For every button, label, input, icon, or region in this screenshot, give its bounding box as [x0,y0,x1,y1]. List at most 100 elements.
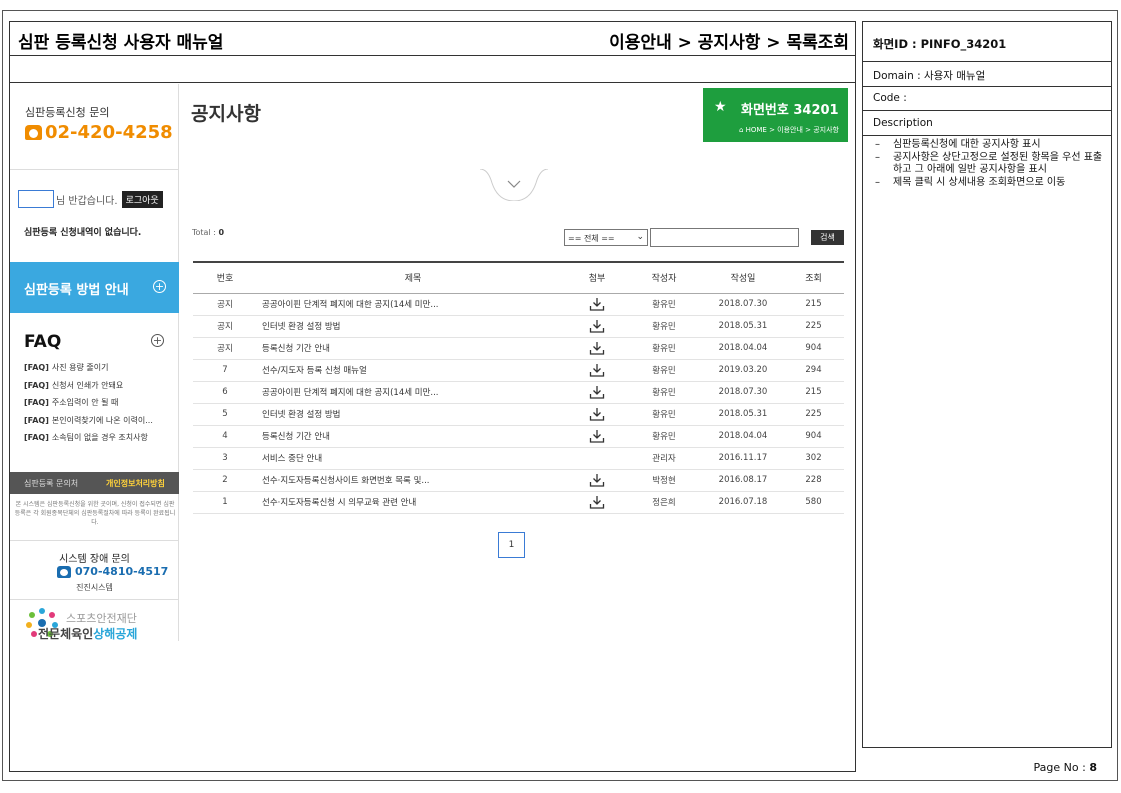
row-date: 2019.03.20 [703,359,783,382]
table-row[interactable]: 공지 등록신청 기간 안내 황유민 2018.04.04 904 [193,337,844,360]
user-name-box [18,190,54,208]
table-row[interactable]: 6 공공아이핀 단계적 폐지에 대한 공지(14세 미만... 황유민 2018.07… [193,381,844,404]
row-title-link[interactable]: 공공아이핀 단계적 폐지에 대한 공지(14세 미만... [257,381,569,404]
row-author: 정은희 [625,491,703,514]
spec-description-item: 심판등록신청에 대한 공지사항 표시 [873,139,1105,151]
table-row[interactable]: 5 인터넷 환경 설정 방법 황유민 2018.05.31 225 [193,403,844,426]
row-views: 225 [783,315,844,338]
privacy-link[interactable]: 개인정보처리방침 [92,472,179,494]
notice-table: 번호 제목 첨부 작성자 작성일 조회 공지 공공아이핀 단계적 폐지에 대한 공지(14세… [193,261,844,514]
logo-bottom-a: 전문체육인 [38,627,94,641]
document-frame: 심판 등록신청 사용자 매뉴얼 이용안내 > 공지사항 > 목록조회 심판등록신… [9,21,856,772]
row-number: 5 [193,403,257,426]
download-icon[interactable] [589,363,605,377]
search-input[interactable] [650,228,799,247]
doc-breadcrumb: 이용안내 > 공지사항 > 목록조회 [609,33,849,53]
no-request-text: 심판등록 신청내역이 없습니다. [24,228,142,238]
row-attachment [569,359,625,382]
page-no-value: 8 [1089,761,1097,774]
column-header: 조회 [805,274,822,285]
sidebar-footer-bar: 심판등록 문의처 개인정보처리방침 [10,472,179,494]
row-date: 2016.07.18 [703,491,783,514]
row-title-link[interactable]: 인터넷 환경 설정 방법 [257,403,569,426]
faq-item[interactable]: [FAQ] 본인이력찾기에 나온 이력이... [24,415,153,433]
faq-title: FAQ [24,332,62,352]
column-header: 제목 [404,274,422,285]
sys-company: 진진시스템 [76,583,113,592]
table-row[interactable]: 4 등록신청 기간 안내 황유민 2018.04.04 904 [193,425,844,448]
row-author: 황유민 [625,381,703,404]
total-value: 0 [218,228,225,237]
download-icon[interactable] [589,429,605,443]
logo-bottom-b: 상해공제 [93,627,138,641]
spec-description-item: 제목 클릭 시 상세내용 조회화면으로 이동 [873,177,1105,189]
row-author: 황유민 [625,337,703,360]
row-views: 302 [783,447,844,470]
faq-item[interactable]: [FAQ] 신청서 인쇄가 안돼요 [24,380,153,398]
logout-button[interactable]: 로그아웃 [121,190,163,208]
category-select[interactable]: == 전체 == ⌄ [564,229,648,246]
download-icon[interactable] [589,407,605,421]
row-title-link[interactable]: 등록신청 기간 안내 [257,425,569,448]
table-row[interactable]: 3 서비스 중단 안내 관리자 2016.11.17 302 [193,447,844,470]
download-icon[interactable] [589,473,605,487]
row-title-link[interactable]: 선수·지도자등록신청사이트 화면번호 목록 및... [257,469,569,492]
row-attachment [569,315,625,338]
download-icon[interactable] [589,341,605,355]
table-row[interactable]: 1 선수·지도자등록신청 시 의무교육 관련 안내 정은희 2016.07.18 580 [193,491,844,514]
download-icon[interactable] [589,495,605,509]
faq-item[interactable]: [FAQ] 소속팀이 없을 경우 조치사항 [24,432,153,450]
cs-phone-number: 02-420-4258 [45,122,173,143]
table-row[interactable]: 2 선수·지도자등록신청사이트 화면번호 목록 및... 박정현 2016.08.17… [193,469,844,492]
table-row[interactable]: 공지 인터넷 환경 설정 방법 황유민 2018.05.31 225 [193,315,844,338]
row-title-link[interactable]: 등록신청 기간 안내 [257,337,569,360]
row-attachment [569,491,625,514]
row-author: 황유민 [625,425,703,448]
row-number: 공지 [193,337,257,360]
row-views: 225 [783,403,844,426]
download-icon[interactable] [589,385,605,399]
table-row[interactable]: 7 선수/지도자 등록 신청 매뉴얼 황유민 2019.03.20 294 [193,359,844,382]
row-date: 2018.04.04 [703,337,783,360]
guide-button[interactable]: 심판등록 방법 안내 + [10,262,179,313]
search-button[interactable]: 검색 [811,230,844,245]
table-body: 공지 공공아이핀 단계적 폐지에 대한 공지(14세 미만... 황유민 2018.0… [193,293,844,514]
select-value: == 전체 == [568,234,615,243]
sys-phone: 070-4810-4517 [57,565,168,578]
row-title-link[interactable]: 공공아이핀 단계적 폐지에 대한 공지(14세 미만... [257,293,569,316]
row-date: 2018.04.04 [703,425,783,448]
row-title-link[interactable]: 선수·지도자등록신청 시 의무교육 관련 안내 [257,491,569,514]
row-views: 904 [783,337,844,360]
cs-phone: 02-420-4258 [25,122,173,143]
row-views: 580 [783,491,844,514]
chevron-down-icon[interactable] [480,169,548,201]
plus-circle-icon[interactable]: + [151,334,164,347]
row-author: 황유민 [625,359,703,382]
row-number: 6 [193,381,257,404]
row-number: 4 [193,425,257,448]
table-row[interactable]: 공지 공공아이핀 단계적 폐지에 대한 공지(14세 미만... 황유민 2018.0… [193,293,844,316]
row-title-link[interactable]: 서비스 중단 안내 [257,447,569,470]
faq-text: 본인이력찾기에 나온 이력이... [51,415,153,425]
phone-icon [25,125,42,140]
faq-tag: [FAQ] [24,415,49,425]
doc-title-bar: 심판 등록신청 사용자 매뉴얼 이용안내 > 공지사항 > 목록조회 [10,22,855,56]
download-icon[interactable] [589,319,605,333]
faq-text: 신청서 인쇄가 안돼요 [51,380,124,390]
download-icon[interactable] [589,297,605,311]
row-date: 2016.11.17 [703,447,783,470]
faq-item[interactable]: [FAQ] 주소입력이 안 될 때 [24,397,153,415]
row-number: 2 [193,469,257,492]
spec-screen-id: 화면ID : PINFO_34201 [863,22,1111,62]
contact-link[interactable]: 심판등록 문의처 [10,472,92,494]
page-title: 공지사항 [191,103,261,125]
spec-code: Code : [863,87,1111,111]
row-title-link[interactable]: 인터넷 환경 설정 방법 [257,315,569,338]
phone-icon [57,565,71,578]
page-button-1[interactable]: 1 [498,532,525,558]
row-date: 2018.05.31 [703,315,783,338]
faq-item[interactable]: [FAQ] 사진 용량 줄이기 [24,362,153,380]
row-title-link[interactable]: 선수/지도자 등록 신청 매뉴얼 [257,359,569,382]
row-views: 294 [783,359,844,382]
row-views: 904 [783,425,844,448]
